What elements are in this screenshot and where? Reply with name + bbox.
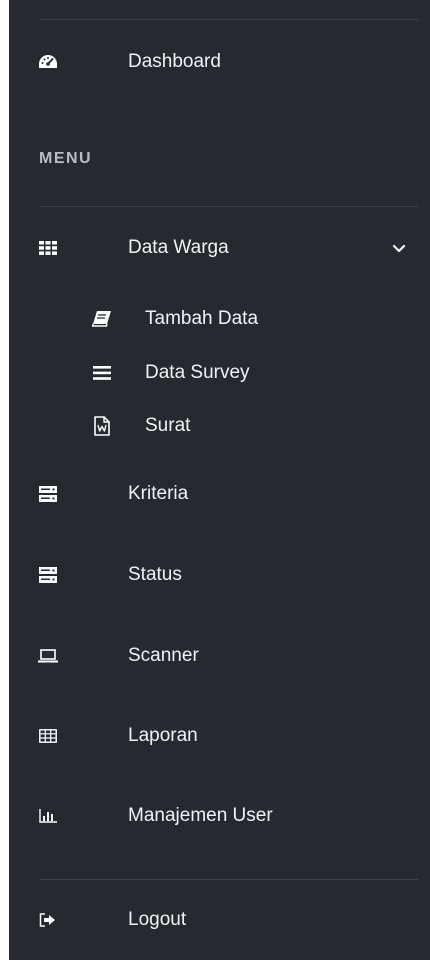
sidebar-subitem-data-survey[interactable]: Data Survey: [9, 353, 430, 393]
sidebar-item-label: Logout: [128, 909, 187, 930]
sidebar-item-kriteria[interactable]: Kriteria: [9, 470, 430, 518]
word-document-icon: [91, 415, 113, 437]
sidebar-item-laporan[interactable]: Laporan: [9, 712, 430, 760]
sidebar-item-manajemen-user[interactable]: Manajemen User: [9, 792, 430, 840]
sidebar-item-scanner[interactable]: Scanner: [9, 632, 430, 680]
grid-icon: [36, 236, 60, 260]
chevron-down-icon[interactable]: [389, 238, 409, 258]
sidebar-item-dashboard[interactable]: Dashboard: [9, 38, 430, 86]
sidebar-subitem-surat[interactable]: Surat: [9, 406, 430, 446]
bar-chart-icon: [36, 804, 60, 828]
sidebar-item-data-warga[interactable]: Data Warga: [9, 224, 430, 272]
sidebar-item-status[interactable]: Status: [9, 551, 430, 599]
sidebar-subitem-label: Surat: [145, 415, 191, 436]
sidebar-item-label: Scanner: [128, 645, 199, 666]
divider: [40, 19, 418, 20]
server-icon: [36, 563, 60, 587]
server-icon: [36, 482, 60, 506]
laptop-icon: [36, 644, 60, 668]
divider: [40, 879, 418, 880]
sidebar-subitem-label: Data Survey: [145, 362, 250, 383]
list-icon: [91, 362, 113, 384]
sidebar-subitem-tambah-data[interactable]: Tambah Data: [9, 299, 430, 339]
sidebar-item-logout[interactable]: Logout: [9, 896, 430, 944]
menu-heading: MENU: [39, 150, 93, 167]
sidebar-item-label: Status: [128, 564, 182, 585]
sidebar-item-label: Dashboard: [128, 51, 221, 72]
table-icon: [36, 724, 60, 748]
sidebar-item-label: Laporan: [128, 725, 198, 746]
sidebar: Dashboard MENU Data Warga Tambah Data Da…: [9, 0, 430, 960]
divider: [40, 206, 418, 207]
sidebar-item-label: Manajemen User: [128, 805, 273, 826]
sidebar-subitem-label: Tambah Data: [145, 308, 259, 329]
dashboard-icon: [36, 50, 60, 74]
sign-out-icon: [36, 908, 60, 932]
sidebar-item-label: Kriteria: [128, 483, 189, 504]
book-icon: [91, 308, 113, 330]
sidebar-item-label: Data Warga: [128, 237, 229, 258]
